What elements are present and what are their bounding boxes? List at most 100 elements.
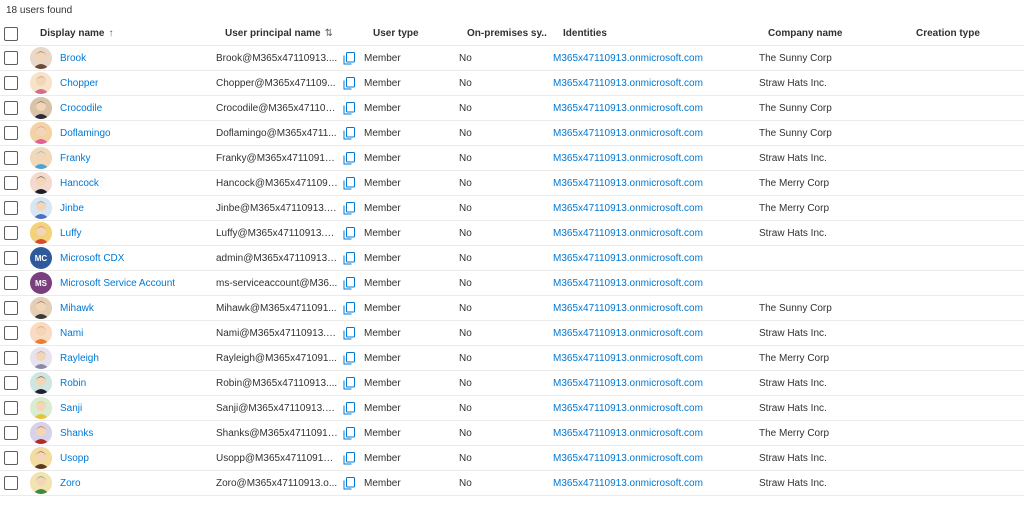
table-row[interactable]: Rayleigh Rayleigh@M365x471091... Member No M… <box>0 346 1024 371</box>
column-header-creation-type[interactable]: Creation type <box>916 22 1016 45</box>
row-checkbox[interactable] <box>4 101 18 115</box>
row-checkbox[interactable] <box>4 301 18 315</box>
table-row[interactable]: MC Microsoft CDX admin@M365x47110913.... Me… <box>0 246 1024 271</box>
display-name-link[interactable]: Crocodile <box>60 103 102 114</box>
row-checkbox[interactable] <box>4 126 18 140</box>
identity-link[interactable]: M365x47110913.onmicrosoft.com <box>553 353 703 364</box>
copy-icon[interactable] <box>343 476 355 490</box>
row-checkbox[interactable] <box>4 226 18 240</box>
column-header-company-name[interactable]: Company name <box>768 22 918 45</box>
identity-link[interactable]: M365x47110913.onmicrosoft.com <box>553 478 703 489</box>
row-checkbox[interactable] <box>4 401 18 415</box>
table-row[interactable]: Doflamingo Doflamingo@M365x4711... Member N… <box>0 121 1024 146</box>
copy-icon[interactable] <box>343 101 355 115</box>
identity-link[interactable]: M365x47110913.onmicrosoft.com <box>553 378 703 389</box>
identity-link[interactable]: M365x47110913.onmicrosoft.com <box>553 428 703 439</box>
table-row[interactable]: Franky Franky@M365x47110913.... Member No M3… <box>0 146 1024 171</box>
row-checkbox[interactable] <box>4 326 18 340</box>
copy-icon[interactable] <box>343 401 355 415</box>
row-checkbox[interactable] <box>4 426 18 440</box>
display-name-link[interactable]: Brook <box>60 53 86 64</box>
table-row[interactable]: Zoro Zoro@M365x47110913.o... Member No M365x… <box>0 471 1024 496</box>
identity-link[interactable]: M365x47110913.onmicrosoft.com <box>553 128 703 139</box>
select-all-checkbox[interactable] <box>4 26 18 41</box>
display-name-link[interactable]: Rayleigh <box>60 353 99 364</box>
column-header-user-principal-name[interactable]: User principal name ⇅ <box>225 22 345 45</box>
identity-link[interactable]: M365x47110913.onmicrosoft.com <box>553 53 703 64</box>
row-checkbox[interactable] <box>4 151 18 165</box>
row-checkbox[interactable] <box>4 76 18 90</box>
display-name-link[interactable]: Mihawk <box>60 303 94 314</box>
identity-link[interactable]: M365x47110913.onmicrosoft.com <box>553 403 703 414</box>
copy-icon[interactable] <box>343 276 355 290</box>
display-name-link[interactable]: Hancock <box>60 178 99 189</box>
row-checkbox[interactable] <box>4 451 18 465</box>
table-row[interactable]: Nami Nami@M365x47110913.o... Member No M365x… <box>0 321 1024 346</box>
table-row[interactable]: Mihawk Mihawk@M365x4711091... Member No M365… <box>0 296 1024 321</box>
identity-link[interactable]: M365x47110913.onmicrosoft.com <box>553 303 703 314</box>
identity-link[interactable]: M365x47110913.onmicrosoft.com <box>553 228 703 239</box>
table-row[interactable]: Sanji Sanji@M365x47110913.o... Member No M36… <box>0 396 1024 421</box>
table-row[interactable]: Chopper Chopper@M365x471109... Member No M36… <box>0 71 1024 96</box>
display-name-link[interactable]: Shanks <box>60 428 93 439</box>
copy-icon[interactable] <box>343 351 355 365</box>
table-row[interactable]: Jinbe Jinbe@M365x47110913.o... Member No M36… <box>0 196 1024 221</box>
table-row[interactable]: Robin Robin@M365x47110913.... Member No M365… <box>0 371 1024 396</box>
display-name-link[interactable]: Jinbe <box>60 203 84 214</box>
column-header-on-premises-sync[interactable]: On-premises sy... <box>467 22 547 45</box>
on-premises-sync-cell: No <box>459 196 549 220</box>
row-checkbox[interactable] <box>4 351 18 365</box>
display-name-link[interactable]: Microsoft Service Account <box>60 278 175 289</box>
table-row[interactable]: Hancock Hancock@M365x4711091... Member No M3… <box>0 171 1024 196</box>
row-checkbox[interactable] <box>4 176 18 190</box>
table-row[interactable]: Crocodile Crocodile@M365x471109... Member N… <box>0 96 1024 121</box>
copy-icon[interactable] <box>343 151 355 165</box>
row-checkbox[interactable] <box>4 51 18 65</box>
copy-icon[interactable] <box>343 426 355 440</box>
column-header-display-name[interactable]: Display name ↑ <box>40 22 226 45</box>
row-checkbox[interactable] <box>4 476 18 490</box>
identity-link[interactable]: M365x47110913.onmicrosoft.com <box>553 278 703 289</box>
display-name-link[interactable]: Luffy <box>60 228 82 239</box>
table-row[interactable]: MS Microsoft Service Account ms-serviceacc… <box>0 271 1024 296</box>
table-row[interactable]: Shanks Shanks@M365x47110913... Member No M36… <box>0 421 1024 446</box>
copy-icon[interactable] <box>343 51 355 65</box>
display-name-link[interactable]: Doflamingo <box>60 128 111 139</box>
identity-link[interactable]: M365x47110913.onmicrosoft.com <box>553 78 703 89</box>
copy-icon[interactable] <box>343 226 355 240</box>
column-header-identities[interactable]: Identities <box>563 22 763 45</box>
table-row[interactable]: Brook Brook@M365x47110913.... Member No M365… <box>0 46 1024 71</box>
identity-link[interactable]: M365x47110913.onmicrosoft.com <box>553 103 703 114</box>
identity-link[interactable]: M365x47110913.onmicrosoft.com <box>553 328 703 339</box>
table-row[interactable]: Luffy Luffy@M365x47110913.o... Member No M36… <box>0 221 1024 246</box>
copy-icon[interactable] <box>343 301 355 315</box>
identity-link[interactable]: M365x47110913.onmicrosoft.com <box>553 203 703 214</box>
display-name-cell: Sanji <box>30 396 216 420</box>
row-checkbox[interactable] <box>4 251 18 265</box>
copy-icon[interactable] <box>343 201 355 215</box>
display-name-link[interactable]: Usopp <box>60 453 89 464</box>
row-checkbox[interactable] <box>4 276 18 290</box>
display-name-link[interactable]: Chopper <box>60 78 98 89</box>
copy-icon[interactable] <box>343 326 355 340</box>
copy-icon[interactable] <box>343 76 355 90</box>
identity-link[interactable]: M365x47110913.onmicrosoft.com <box>553 253 703 264</box>
copy-icon[interactable] <box>343 451 355 465</box>
copy-icon[interactable] <box>343 376 355 390</box>
copy-icon[interactable] <box>343 251 355 265</box>
display-name-link[interactable]: Nami <box>60 328 83 339</box>
row-checkbox[interactable] <box>4 376 18 390</box>
display-name-link[interactable]: Microsoft CDX <box>60 253 124 264</box>
display-name-link[interactable]: Franky <box>60 153 91 164</box>
copy-icon[interactable] <box>343 176 355 190</box>
display-name-link[interactable]: Sanji <box>60 403 82 414</box>
copy-icon[interactable] <box>343 126 355 140</box>
identity-link[interactable]: M365x47110913.onmicrosoft.com <box>553 453 703 464</box>
display-name-link[interactable]: Robin <box>60 378 86 389</box>
column-header-user-type[interactable]: User type <box>373 22 463 45</box>
identity-link[interactable]: M365x47110913.onmicrosoft.com <box>553 153 703 164</box>
row-checkbox[interactable] <box>4 201 18 215</box>
display-name-link[interactable]: Zoro <box>60 478 81 489</box>
table-row[interactable]: Usopp Usopp@M365x47110913.... Member No M365… <box>0 446 1024 471</box>
identity-link[interactable]: M365x47110913.onmicrosoft.com <box>553 178 703 189</box>
